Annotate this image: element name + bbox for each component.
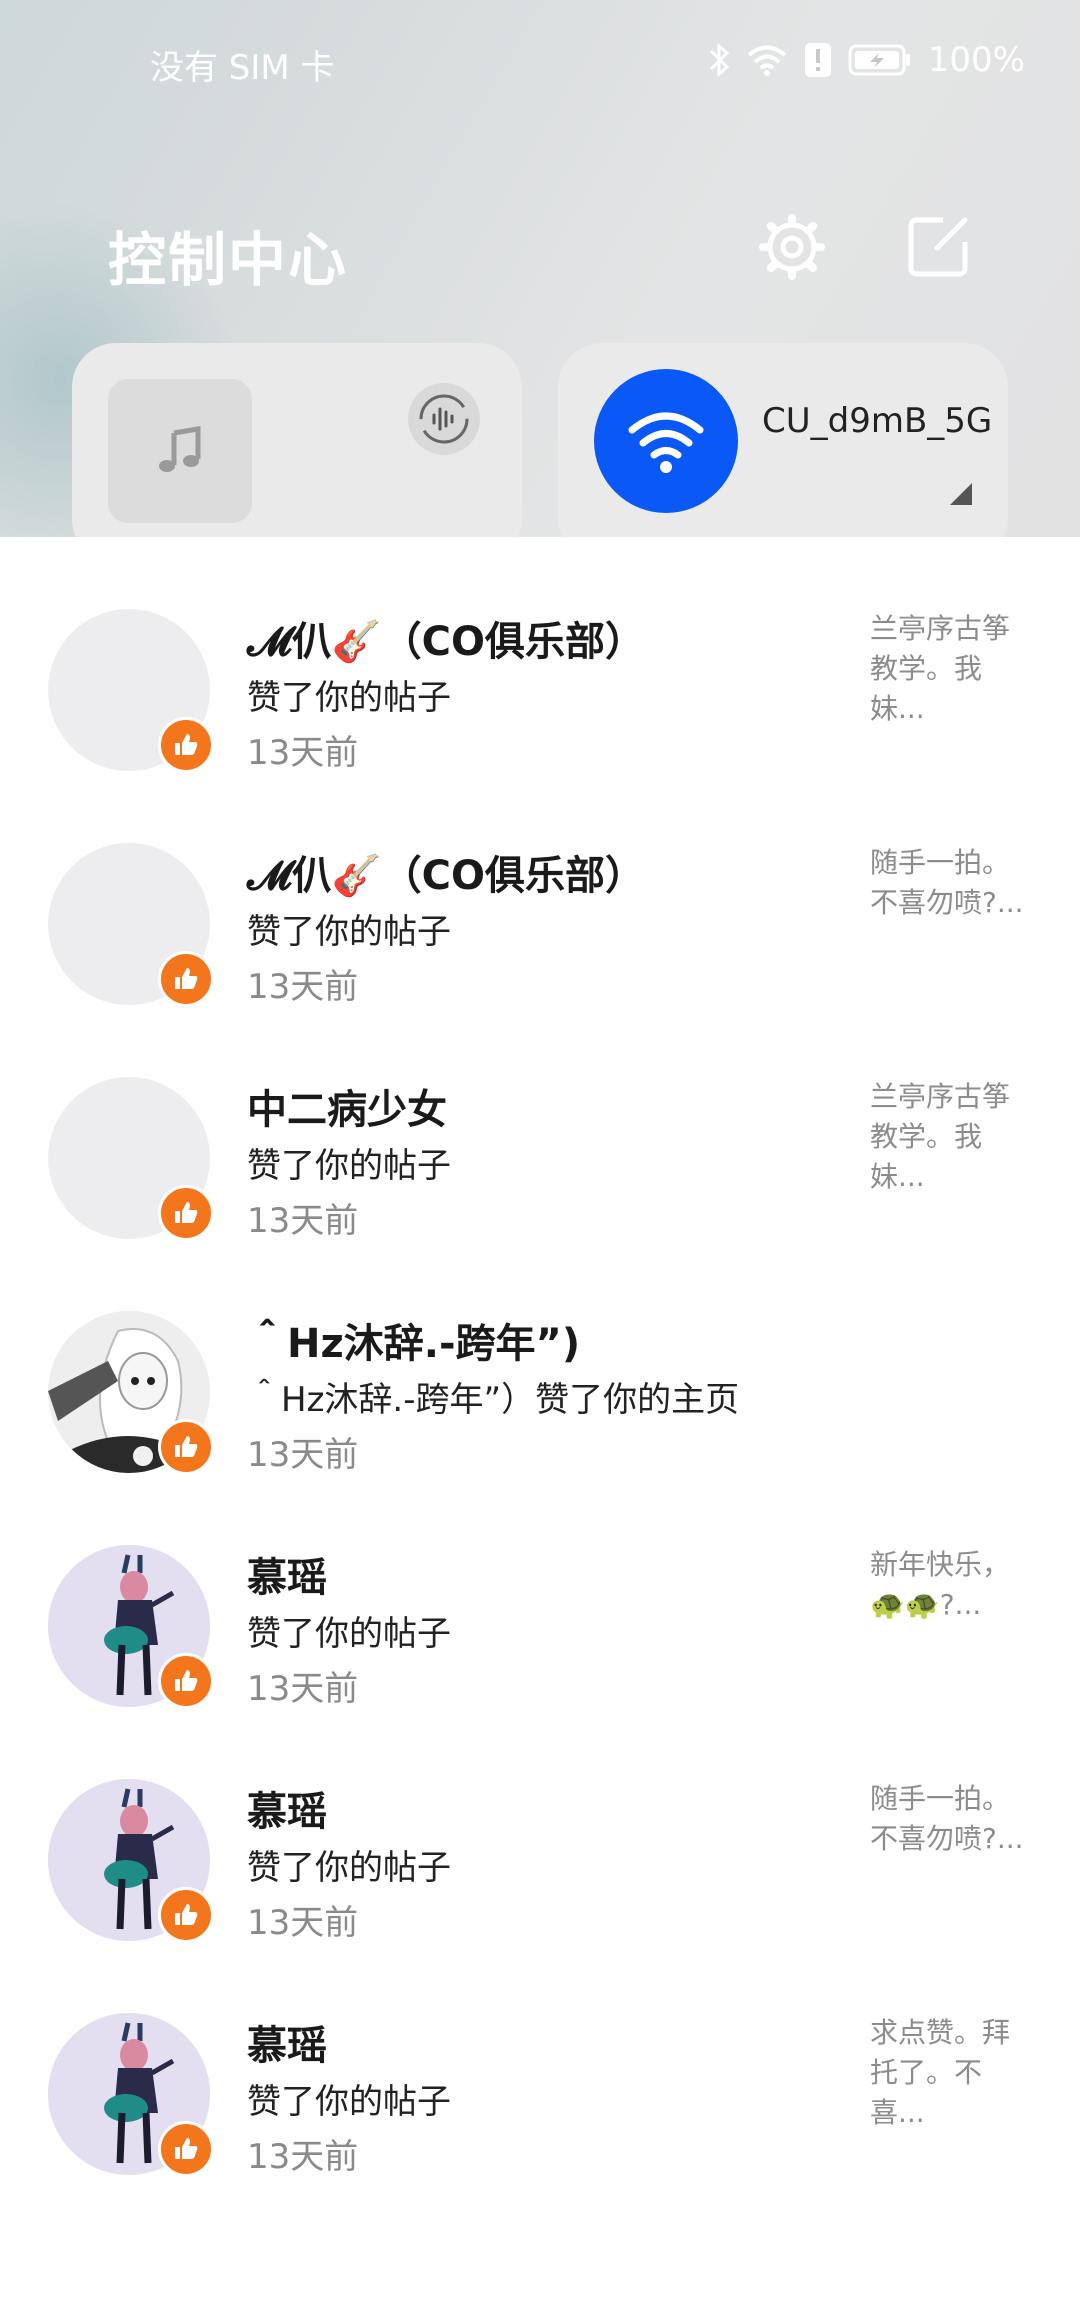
status-icons: 100% (708, 40, 1025, 80)
timestamp: 13天前 (247, 1903, 359, 1943)
list-item[interactable]: 慕瑶 赞了你的帖子 13天前 随手一拍。不喜勿喷?... (0, 1707, 1080, 1943)
control-center-panel: 没有 SIM 卡 100% 控制中心 CU_d9mB_5G (0, 0, 1080, 537)
notification-action: 赞了你的帖子 (247, 912, 451, 952)
expand-corner-icon[interactable] (950, 483, 972, 505)
music-note-icon (159, 426, 201, 472)
carrier-label: 没有 SIM 卡 (150, 48, 335, 88)
list-item[interactable]: 慕瑶 赞了你的帖子 13天前 求点赞。拜托了。不喜... (0, 1941, 1080, 2177)
timestamp: 13天前 (247, 967, 359, 1007)
battery-charging-icon (848, 44, 910, 76)
user-name[interactable]: ＾Hz沐辞.-跨年”) (247, 1311, 580, 1369)
edit-icon[interactable] (903, 212, 973, 282)
status-bar: 没有 SIM 卡 100% (0, 0, 1080, 130)
list-item[interactable]: 中二病少女 赞了你的帖子 13天前 兰亭序古筝教学。我妹... (0, 1005, 1080, 1241)
post-snippet[interactable]: 兰亭序古筝教学。我妹... (870, 609, 1030, 729)
notification-action: 赞了你的帖子 (247, 1614, 451, 1654)
audio-wave-icon[interactable] (408, 383, 480, 455)
thumbs-up-icon (158, 1419, 214, 1475)
post-snippet[interactable]: 随手一拍。不喜勿喷?... (870, 1779, 1030, 1859)
media-control-card[interactable] (72, 343, 522, 537)
wifi-control-card[interactable]: CU_d9mB_5G (558, 343, 1008, 537)
thumbs-up-icon (158, 1653, 214, 1709)
list-item[interactable]: 慕瑶 赞了你的帖子 13天前 新年快乐，🐢🐢?... (0, 1473, 1080, 1709)
user-name[interactable]: 慕瑶 (247, 1545, 327, 1603)
thumbs-up-icon (158, 951, 214, 1007)
battery-percent: 100% (927, 40, 1025, 80)
notification-action: 赞了你的帖子 (247, 1848, 451, 1888)
wifi-toggle[interactable] (594, 369, 738, 513)
user-name[interactable]: 慕瑶 (247, 2013, 327, 2071)
thumbs-up-icon (158, 717, 214, 773)
timestamp: 13天前 (247, 1435, 359, 1475)
timestamp: 13天前 (247, 2137, 359, 2177)
wifi-icon (747, 45, 787, 76)
notification-action: 赞了你的帖子 (247, 1146, 451, 1186)
timestamp: 13天前 (247, 733, 359, 773)
thumbs-up-icon (158, 1185, 214, 1241)
notification-action: 赞了你的帖子 (247, 678, 451, 718)
wifi-icon (628, 412, 704, 473)
control-center-title: 控制中心 (108, 226, 349, 294)
thumbs-up-icon (158, 2121, 214, 2177)
list-item[interactable]: ＾Hz沐辞.-跨年”) ＾Hz沐辞.-跨年”）赞了你的主页 13天前 (0, 1239, 1080, 1475)
list-item[interactable]: 𝓜仈🎸（CO俱乐部） 赞了你的帖子 13天前 兰亭序古筝教学。我妹... (0, 537, 1080, 773)
gear-icon[interactable] (757, 212, 827, 282)
notification-action: 赞了你的帖子 (247, 2082, 451, 2122)
user-name[interactable]: 𝓜仈🎸（CO俱乐部） (247, 609, 645, 667)
post-snippet[interactable]: 新年快乐，🐢🐢?... (870, 1545, 1030, 1625)
album-art (108, 379, 252, 523)
post-snippet[interactable]: 随手一拍。不喜勿喷?... (870, 843, 1030, 923)
alert-icon (804, 43, 831, 77)
post-snippet[interactable]: 兰亭序古筝教学。我妹... (870, 1077, 1030, 1197)
post-snippet[interactable]: 求点赞。拜托了。不喜... (870, 2013, 1030, 2133)
user-name[interactable]: 慕瑶 (247, 1779, 327, 1837)
timestamp: 13天前 (247, 1669, 359, 1709)
wifi-network-name: CU_d9mB_5G (762, 401, 993, 441)
notification-action: ＾Hz沐辞.-跨年”）赞了你的主页 (247, 1380, 740, 1420)
bluetooth-icon (709, 42, 729, 78)
user-name[interactable]: 中二病少女 (247, 1077, 447, 1135)
timestamp: 13天前 (247, 1201, 359, 1241)
list-item[interactable]: 𝓜仈🎸（CO俱乐部） 赞了你的帖子 13天前 随手一拍。不喜勿喷?... (0, 771, 1080, 1007)
thumbs-up-icon (158, 1887, 214, 1943)
user-name[interactable]: 𝓜仈🎸（CO俱乐部） (247, 843, 645, 901)
